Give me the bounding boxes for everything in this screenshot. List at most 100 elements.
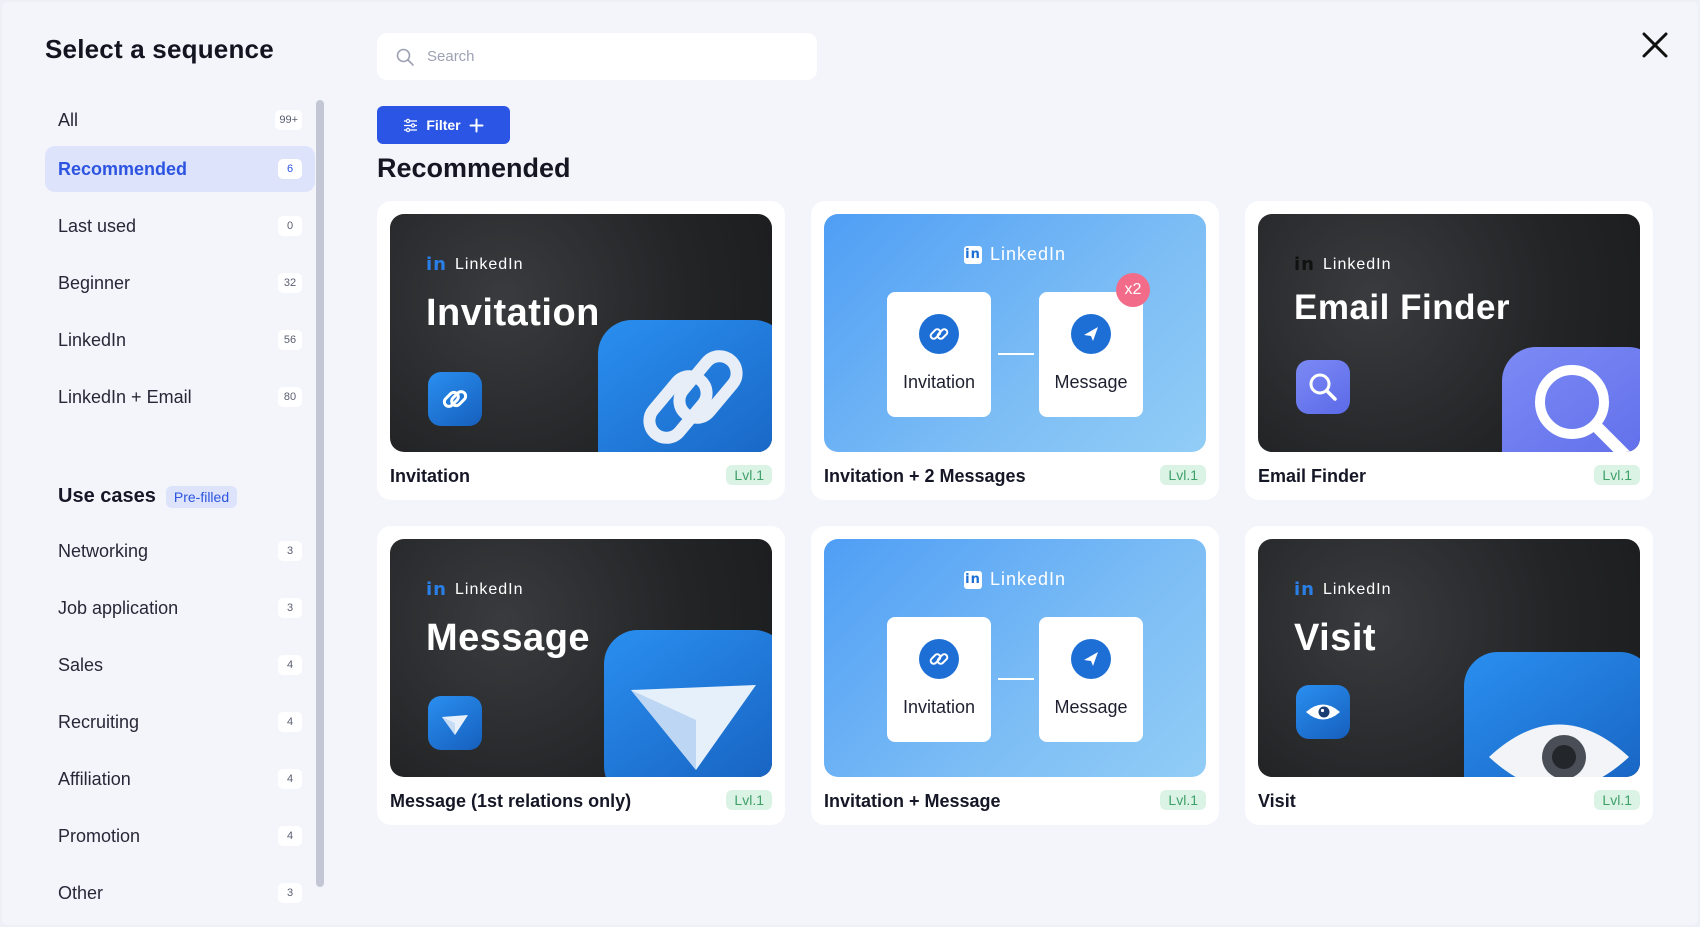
paper-plane-icon <box>428 696 482 750</box>
sidebar-item-label: LinkedIn + Email <box>58 386 192 407</box>
linkedin-icon: in <box>426 579 447 600</box>
sidebar: All 99+ Recommended 6 Last used 0 Beginn… <box>45 97 315 907</box>
card-name: Visit <box>1258 791 1296 811</box>
eye-icon-large <box>1464 652 1640 777</box>
search-box[interactable] <box>377 33 817 80</box>
link-icon <box>919 639 959 679</box>
sidebar-item-recruiting[interactable]: Recruiting 4 <box>45 699 315 745</box>
card-name: Email Finder <box>1258 466 1367 486</box>
paper-plane-icon <box>1071 639 1111 679</box>
sidebar-item-count: 0 <box>278 216 302 236</box>
sliders-icon <box>404 118 418 132</box>
sidebar-item-count: 99+ <box>275 110 302 130</box>
close-icon <box>1642 32 1668 58</box>
sidebar-item-count: 3 <box>278 883 302 903</box>
step-invitation: Invitation <box>887 617 991 742</box>
linkedin-icon: in <box>426 254 447 275</box>
magnifier-icon-large <box>1502 347 1640 452</box>
thumbnail-title: Visit <box>1294 617 1377 659</box>
filter-label: Filter <box>426 117 461 133</box>
sidebar-item-all[interactable]: All 99+ <box>45 97 315 143</box>
linkedin-icon: in <box>1294 254 1315 275</box>
sidebar-item-label: LinkedIn <box>58 329 127 350</box>
sidebar-item-beginner[interactable]: Beginner 32 <box>45 260 315 306</box>
search-input[interactable] <box>427 48 799 65</box>
linkedin-brand: in LinkedIn <box>1294 579 1391 600</box>
sidebar-item-job-application[interactable]: Job application 3 <box>45 585 315 631</box>
sequence-card-invitation-2-messages[interactable]: in LinkedIn Invitation Message x2 Invita… <box>811 201 1219 500</box>
brand-label: LinkedIn <box>454 255 524 273</box>
link-icon <box>919 314 959 354</box>
linkedin-brand: in LinkedIn <box>824 244 1206 265</box>
sidebar-item-label: Job application <box>58 597 179 618</box>
brand-label: LinkedIn <box>989 244 1067 264</box>
level-badge: Lvl.1 <box>726 790 772 810</box>
sidebar-item-networking[interactable]: Networking 3 <box>45 528 315 574</box>
linkedin-brand: in LinkedIn <box>426 254 523 275</box>
level-badge: Lvl.1 <box>1160 790 1206 810</box>
card-name: Invitation + 2 Messages <box>824 466 1026 486</box>
level-badge: Lvl.1 <box>1594 790 1640 810</box>
sidebar-item-linkedin[interactable]: LinkedIn 56 <box>45 317 315 363</box>
sidebar-item-linkedin-email[interactable]: LinkedIn + Email 80 <box>45 374 315 420</box>
paper-plane-icon-large <box>604 630 772 777</box>
sidebar-item-count: 4 <box>278 655 302 675</box>
sidebar-item-label: Other <box>58 882 104 903</box>
linkedin-icon: in <box>963 570 982 589</box>
sidebar-item-count: 32 <box>278 273 302 293</box>
sidebar-item-count: 4 <box>278 712 302 732</box>
paper-plane-icon <box>1071 314 1111 354</box>
card-name: Invitation <box>390 466 470 486</box>
sequence-card-message[interactable]: in LinkedIn Message Message (1st relatio… <box>377 526 785 825</box>
use-cases-title: Use cases <box>58 485 156 507</box>
brand-label: LinkedIn <box>1322 255 1392 273</box>
link-icon-large <box>598 320 772 452</box>
sidebar-item-last-used[interactable]: Last used 0 <box>45 203 315 249</box>
linkedin-brand: in LinkedIn <box>1294 254 1391 275</box>
linkedin-icon: in <box>1294 579 1315 600</box>
sidebar-item-recommended[interactable]: Recommended 6 <box>45 146 315 192</box>
step-label: Invitation <box>902 697 976 717</box>
prefilled-badge: Pre-filled <box>165 485 238 508</box>
sidebar-item-label: Affiliation <box>58 768 131 789</box>
step-label: Invitation <box>902 372 976 392</box>
card-thumbnail: in LinkedIn Email Finder <box>1258 214 1640 452</box>
sidebar-item-count: 3 <box>278 598 302 618</box>
sidebar-item-affiliation[interactable]: Affiliation 4 <box>45 756 315 802</box>
card-thumbnail: in LinkedIn Invitation <box>824 539 1206 777</box>
brand-label: LinkedIn <box>1322 580 1392 598</box>
sequence-card-invitation[interactable]: in LinkedIn Invitation Invitation Lvl.1 <box>377 201 785 500</box>
card-thumbnail: in LinkedIn Invitation <box>824 214 1206 452</box>
step-message: Message <box>1039 292 1143 417</box>
sequence-modal: Select a sequence All 99+ Recommended 6 … <box>2 2 1698 925</box>
sidebar-item-label: Promotion <box>58 825 141 846</box>
thumbnail-title: Message <box>426 617 591 659</box>
sidebar-item-sales[interactable]: Sales 4 <box>45 642 315 688</box>
sidebar-item-label: Beginner <box>58 272 131 293</box>
sidebar-scrollbar[interactable] <box>316 100 324 887</box>
eye-icon <box>1296 685 1350 739</box>
step-connector <box>998 353 1034 355</box>
brand-label: LinkedIn <box>454 580 524 598</box>
sidebar-item-label: Recruiting <box>58 711 140 732</box>
use-cases-header: Use cases Pre-filled <box>58 485 238 508</box>
filter-button[interactable]: Filter <box>377 106 510 144</box>
sidebar-item-count: 4 <box>278 826 302 846</box>
sequence-card-invitation-message[interactable]: in LinkedIn Invitation Message Invitatio… <box>811 526 1219 825</box>
card-name: Message (1st relations only) <box>390 791 632 811</box>
thumbnail-title: Email Finder <box>1294 288 1511 327</box>
search-icon <box>396 48 414 66</box>
link-icon <box>428 372 482 426</box>
sidebar-item-label: Last used <box>58 215 137 236</box>
sidebar-item-count: 3 <box>278 541 302 561</box>
sidebar-item-label: Sales <box>58 654 104 675</box>
sidebar-item-other[interactable]: Other 3 <box>45 870 315 916</box>
sidebar-item-count: 80 <box>278 387 302 407</box>
sequence-card-visit[interactable]: in LinkedIn Visit Visit Lvl.1 <box>1245 526 1653 825</box>
close-button[interactable] <box>1638 28 1672 62</box>
sequence-card-email-finder[interactable]: in LinkedIn Email Finder Email Finder Lv… <box>1245 201 1653 500</box>
level-badge: Lvl.1 <box>1160 465 1206 485</box>
sidebar-item-promotion[interactable]: Promotion 4 <box>45 813 315 859</box>
sidebar-item-count: 56 <box>278 330 302 350</box>
step-label: Message <box>1054 372 1128 392</box>
